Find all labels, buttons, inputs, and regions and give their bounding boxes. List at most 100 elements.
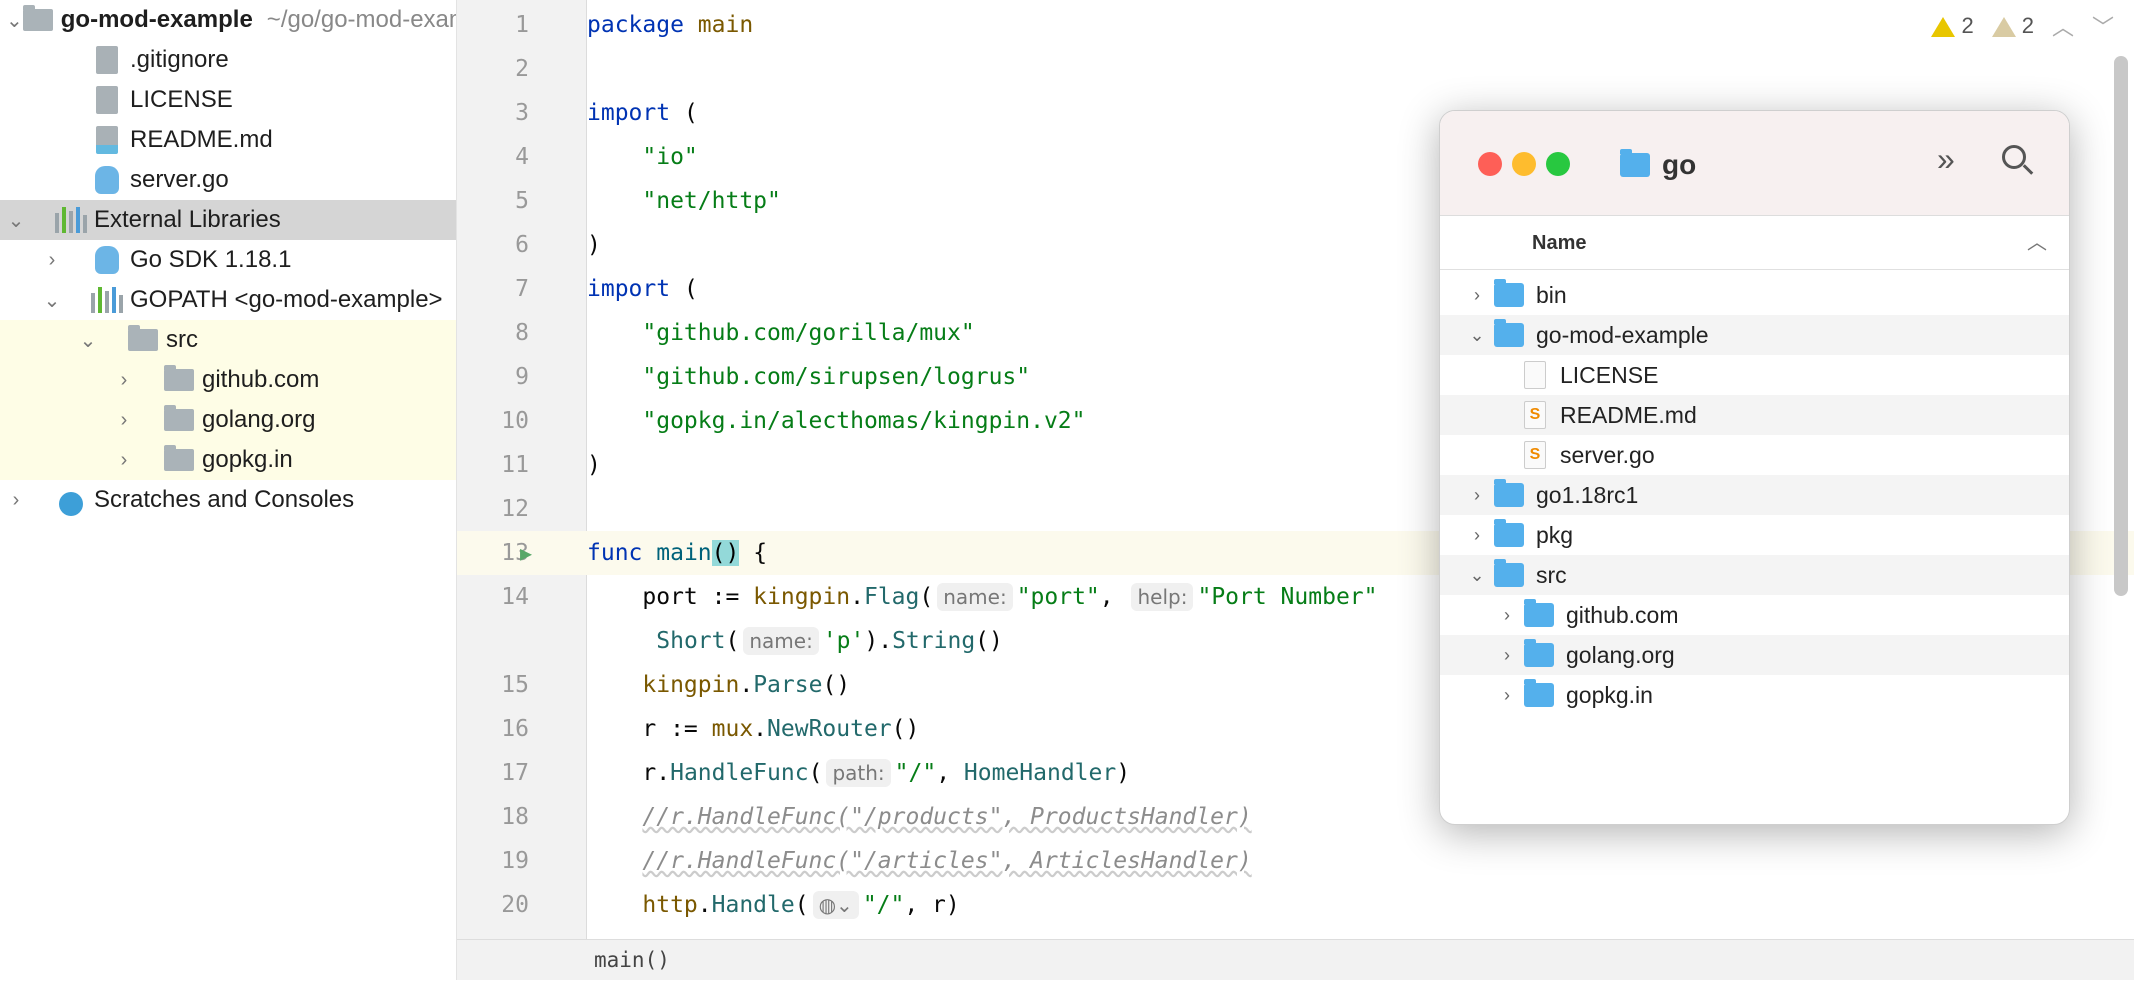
finder-item-label: bin: [1536, 282, 1567, 309]
editor-scrollbar[interactable]: [2114, 56, 2128, 596]
previous-highlight-icon[interactable]: ︿: [2052, 10, 2074, 42]
line-number: 20: [457, 883, 529, 927]
chevron-down-icon[interactable]: ⌄: [78, 328, 98, 353]
tree-item[interactable]: ›golang.org: [0, 400, 457, 440]
code-line[interactable]: 19 //r.HandleFunc("/articles", ArticlesH…: [457, 839, 2134, 883]
tree-item-label: server.go: [130, 166, 229, 194]
tree-item[interactable]: server.go: [0, 160, 457, 200]
chevron-right-icon[interactable]: ›: [42, 249, 62, 272]
name-column-header[interactable]: Name︿: [1440, 216, 2069, 270]
chevron-right-icon[interactable]: ›: [114, 449, 134, 472]
finder-item[interactable]: › gopkg.in: [1440, 675, 2070, 715]
finder-item[interactable]: Sserver.go: [1440, 435, 2070, 475]
code-line[interactable]: 2: [457, 47, 2134, 91]
code-text: http.Handle(◍⌄"/", r): [587, 883, 960, 927]
folder-icon: [164, 366, 194, 394]
code-token: String: [892, 628, 975, 654]
tree-item[interactable]: LICENSE: [0, 80, 457, 120]
tree-item[interactable]: .gitignore: [0, 40, 457, 80]
tree-item[interactable]: › gopkg.in: [0, 440, 457, 480]
folder-icon: [1494, 283, 1524, 307]
tree-item-label: GOPATH <go-mod-example>: [130, 286, 443, 314]
chevron-down-icon[interactable]: ⌄: [6, 208, 26, 233]
tree-item[interactable]: ⌄go-mod-example~/go/go-mod-example: [0, 0, 457, 40]
breadcrumb-main[interactable]: main(): [594, 948, 670, 972]
finder-item[interactable]: SREADME.md: [1440, 395, 2070, 435]
line-number: 14: [457, 575, 529, 619]
finder-item[interactable]: ⌄src: [1440, 555, 2070, 595]
parameter-hint: name:: [743, 627, 818, 655]
tree-item-label: gopkg.in: [202, 446, 293, 474]
code-token: main: [698, 12, 753, 38]
weak-warning-count[interactable]: 2: [1992, 13, 2034, 39]
line-number: 8: [457, 311, 529, 355]
zoom-button[interactable]: [1546, 152, 1570, 176]
code-token: kingpin: [642, 672, 739, 698]
disclosure-closed-icon[interactable]: ›: [1460, 285, 1494, 306]
tree-item[interactable]: ›Go SDK 1.18.1: [0, 240, 457, 280]
chevron-right-icon[interactable]: ›: [114, 409, 134, 432]
tree-item[interactable]: ›Scratches and Consoles: [0, 480, 457, 520]
next-highlight-icon[interactable]: ﹀: [2092, 10, 2114, 42]
code-token: 'p': [823, 628, 865, 654]
code-token: r :=: [587, 716, 712, 742]
line-number: 16: [457, 707, 529, 751]
tree-item-label: github.com: [202, 366, 319, 394]
code-token: "github.com/sirupsen/logrus": [587, 364, 1030, 390]
folder-icon: [1494, 563, 1524, 587]
disclosure-open-icon[interactable]: ⌄: [1460, 325, 1494, 346]
disclosure-closed-icon[interactable]: ›: [1490, 605, 1524, 626]
document-icon: [1524, 361, 1546, 389]
tree-item[interactable]: README.md: [0, 120, 457, 160]
parameter-hint: ◍⌄: [813, 891, 859, 919]
finder-item[interactable]: ›github.com: [1440, 595, 2070, 635]
warning-count[interactable]: 2: [1931, 13, 1973, 39]
code-token: "port": [1017, 584, 1100, 610]
more-toolbar-icon[interactable]: »: [1937, 141, 1955, 178]
code-line[interactable]: 20 http.Handle(◍⌄"/", r): [457, 883, 2134, 927]
code-text: "gopkg.in/alecthomas/kingpin.v2": [587, 399, 1086, 443]
tree-item-label: .gitignore: [130, 46, 229, 74]
line-number: 10: [457, 399, 529, 443]
go-gopher-icon: [92, 246, 122, 274]
finder-item[interactable]: ›golang.org: [1440, 635, 2070, 675]
line-number: 5: [457, 179, 529, 223]
tree-item[interactable]: › github.com: [0, 360, 457, 400]
minimize-button[interactable]: [1512, 152, 1536, 176]
disclosure-closed-icon[interactable]: ›: [1460, 525, 1494, 546]
finder-item-label: gopkg.in: [1566, 682, 1653, 709]
disclosure-closed-icon[interactable]: ›: [1490, 645, 1524, 666]
line-number: 4: [457, 135, 529, 179]
disclosure-open-icon[interactable]: ⌄: [1460, 565, 1494, 586]
disclosure-closed-icon[interactable]: ›: [1460, 485, 1494, 506]
code-token: (: [726, 628, 740, 654]
ignored-file-icon: [92, 46, 122, 74]
chevron-down-icon[interactable]: ⌄: [6, 8, 23, 33]
chevron-down-icon[interactable]: ⌄: [42, 288, 62, 313]
finder-item[interactable]: ⌄go-mod-example: [1440, 315, 2070, 355]
chevron-right-icon[interactable]: ›: [114, 369, 134, 392]
folder-icon: [1524, 683, 1554, 707]
close-button[interactable]: [1478, 152, 1502, 176]
finder-item[interactable]: LICENSE: [1440, 355, 2070, 395]
tree-item-label: LICENSE: [130, 86, 233, 114]
code-token: [587, 628, 656, 654]
run-icon[interactable]: ▶: [520, 531, 532, 575]
disclosure-closed-icon[interactable]: ›: [1490, 685, 1524, 706]
finder-item[interactable]: › bin: [1440, 275, 2070, 315]
libraries-icon: [92, 286, 122, 314]
code-token: HandleFunc: [670, 760, 808, 786]
line-number: 17: [457, 751, 529, 795]
code-token: Flag: [864, 584, 919, 610]
code-line[interactable]: 1package main: [457, 3, 2134, 47]
finder-item-label: pkg: [1536, 522, 1573, 549]
tree-item[interactable]: ⌄External Libraries: [0, 200, 457, 240]
code-token: "Port Number": [1197, 584, 1377, 610]
folder-icon: [1524, 643, 1554, 667]
tree-item[interactable]: ⌄ GOPATH <go-mod-example>: [0, 280, 457, 320]
tree-item[interactable]: ⌄src: [0, 320, 457, 360]
finder-item[interactable]: ›go1.18rc1: [1440, 475, 2070, 515]
inspection-widget[interactable]: 2 2 ︿ ﹀: [1931, 10, 2114, 42]
chevron-right-icon[interactable]: ›: [6, 489, 26, 512]
finder-item[interactable]: › pkg: [1440, 515, 2070, 555]
